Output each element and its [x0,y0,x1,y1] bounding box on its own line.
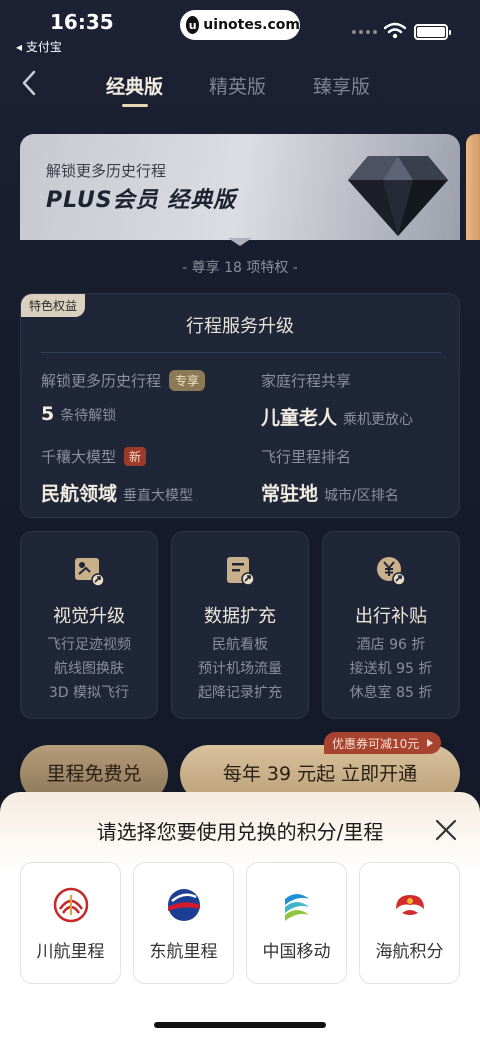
feature-line: 起降记录扩充 [198,685,282,701]
next-plan-peek-card[interactable] [466,134,480,240]
benefit-label: 飞行里程排名 [261,448,352,466]
benefit-history-trips[interactable]: 解锁更多历史行程 专享 5 条待解锁 [41,370,206,425]
play-arrow-icon [427,739,434,747]
feature-title: 视觉升级 [53,606,125,627]
option-label: 中国移动 [262,942,331,962]
benefit-value: 民航领域 [41,483,118,505]
video-upgrade-icon [75,558,105,587]
option-label: 川航里程 [36,942,105,962]
feature-card-data[interactable]: 数据扩充 民航看板 预计机场流量 起降记录扩充 [171,531,309,719]
battery-icon [414,24,451,40]
sheet-title: 请选择您要使用兑换的积分/里程 [96,820,384,844]
status-bar: 16:35 ◂ 支付宝 u uinotes.com [0,0,480,56]
home-indicator [154,1022,326,1028]
url-text: uinotes.com [203,17,300,33]
benefit-label: 千穰大模型 [41,448,117,466]
plan-hero-card[interactable]: 解锁更多历史行程 PLUS会员 经典版 [20,134,460,240]
back-arrow-icon[interactable] [16,68,44,98]
back-to-app-link[interactable]: ◂ 支付宝 [16,38,62,55]
hero-pointer [228,238,252,246]
panel-title: 行程服务升级 [186,316,294,337]
url-pill[interactable]: u uinotes.com [180,10,300,40]
benefit-label: 家庭行程共享 [261,372,352,390]
hero-title: PLUS会员 经典版 [46,188,237,213]
close-icon[interactable] [434,818,458,842]
china-mobile-logo [284,894,309,921]
benefit-note: 垂直大模型 [123,488,194,504]
benefit-note: 条待解锁 [60,408,117,424]
points-selection-sheet: 请选择您要使用兑换的积分/里程 川航里程 东航里程 中国移动 海航积分 [0,792,480,1039]
data-expand-icon [227,557,255,586]
benefit-label: 解锁更多历史行程 [41,372,162,390]
benefit-mileage-rank[interactable]: 飞行里程排名 常驻地 城市/区排名 [261,446,399,506]
benefit-value: 常驻地 [261,483,319,505]
divider [41,352,441,353]
feature-line: 预计机场流量 [198,661,282,677]
feature-line: 休息室 85 折 [349,685,433,701]
status-time: 16:35 [50,10,114,34]
benefit-value: 儿童老人 [261,407,338,429]
option-label: 海航积分 [375,942,444,962]
wifi-icon [384,22,406,39]
signal-icon [352,30,377,34]
yen-coupon-icon [377,557,406,586]
tab-classic[interactable]: 经典版 [106,72,163,99]
feature-line: 3D 模拟飞行 [48,685,130,701]
active-tab-indicator [122,104,148,107]
feature-line: 民航看板 [212,637,268,653]
option-hainan-airlines[interactable]: 海航积分 [359,862,460,984]
tab-premium[interactable]: 臻享版 [313,72,370,99]
option-label: 东航里程 [149,942,218,962]
benefit-note: 乘机更放心 [343,412,414,428]
benefit-family-share[interactable]: 家庭行程共享 儿童老人 乘机更放心 [261,370,413,430]
itinerary-benefits-panel: 特色权益 行程服务升级 解锁更多历史行程 专享 5 条待解锁 家庭行程共享 儿童老… [20,293,460,518]
exclusive-tag: 专享 [169,370,206,391]
site-logo-icon: u [186,16,200,34]
version-tabs: 经典版 精英版 臻享版 [0,60,480,110]
china-eastern-logo [167,889,200,921]
feature-line: 飞行足迹视频 [47,637,131,653]
diamond-icon [348,156,448,236]
option-china-mobile[interactable]: 中国移动 [246,862,347,984]
option-china-eastern[interactable]: 东航里程 [133,862,234,984]
feature-title: 出行补贴 [355,606,427,627]
new-tag: 新 [124,447,147,466]
tab-elite[interactable]: 精英版 [209,72,266,99]
coupon-badge[interactable]: 优惠券可减10元 [324,732,442,754]
feature-line: 酒店 96 折 [356,637,426,653]
benefit-value: 5 [41,403,55,425]
feature-card-subsidy[interactable]: 出行补贴 酒店 96 折 接送机 95 折 休息室 85 折 [322,531,460,719]
sichuan-airlines-logo [53,887,88,923]
feature-card-visual[interactable]: 视觉升级 飞行足迹视频 航线图换肤 3D 模拟飞行 [20,531,158,719]
option-sichuan-airlines[interactable]: 川航里程 [20,862,121,984]
feature-line: 航线图换肤 [54,661,124,677]
feature-title: 数据扩充 [204,606,276,627]
hero-subtitle: 解锁更多历史行程 [46,162,167,180]
benefit-note: 城市/区排名 [324,488,399,504]
hainan-airlines-logo [395,895,424,915]
coupon-text: 优惠券可减10元 [332,736,420,751]
benefit-ai-model[interactable]: 千穰大模型 新 民航领域 垂直大模型 [41,446,193,506]
feature-line: 接送机 95 折 [349,661,433,677]
perks-count: - 尊享 18 项特权 - [182,260,298,276]
